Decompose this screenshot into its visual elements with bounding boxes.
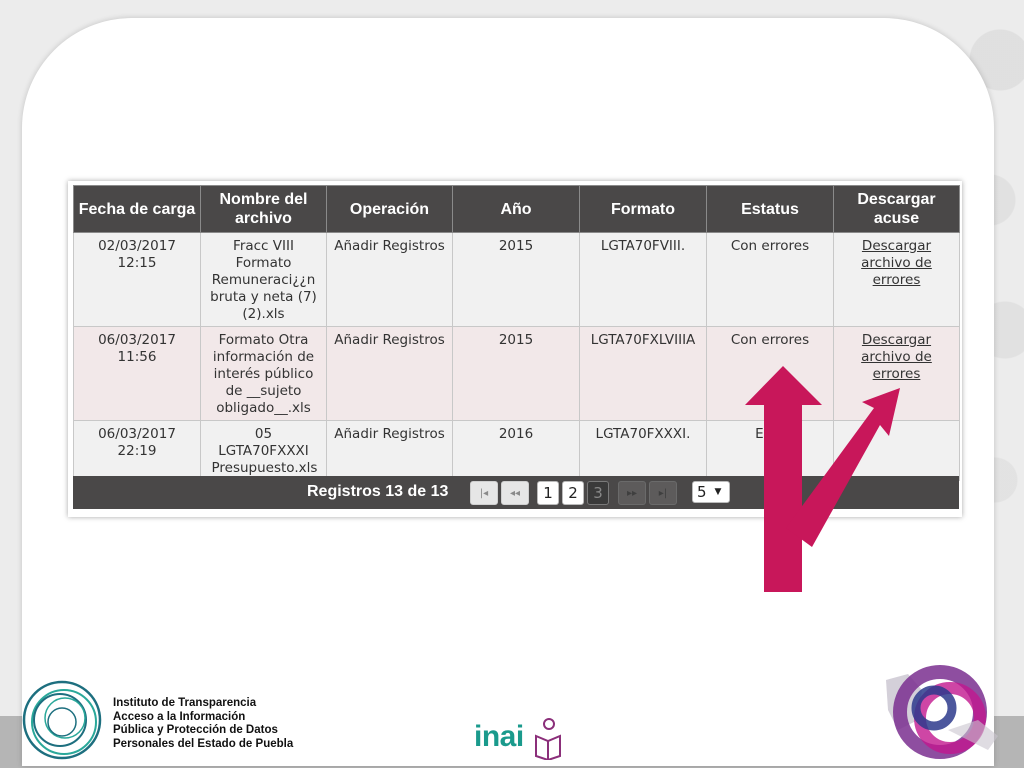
table-header-row: Fecha de carga Nombre del archivo Operac… (73, 185, 960, 233)
download-errors-link[interactable]: Descargar archivo de errores (861, 332, 932, 382)
table-row: 06/03/2017 11:56 Formato Otra informació… (73, 326, 960, 421)
cell-anio: 2015 (452, 232, 580, 327)
cell-estatus: En e (706, 420, 834, 481)
cell-fecha: 06/03/2017 22:19 (73, 420, 201, 481)
column-header-estatus[interactable]: Estatus (706, 185, 834, 233)
page-size-value: 5 (697, 483, 707, 501)
cell-archivo: Fracc VIII Formato Remuneraci¿¿n bruta y… (200, 232, 327, 327)
institute-logo (22, 680, 102, 760)
cell-formato: LGTA70FVIII. (579, 232, 707, 327)
uploads-table: Fecha de carga Nombre del archivo Operac… (73, 185, 960, 481)
archivo-text: Formato Otra información de interés públ… (212, 332, 315, 416)
cell-anio: 2015 (452, 326, 580, 421)
cell-operacion: Añadir Registros (326, 326, 453, 421)
cell-formato: LGTA70FXLVIIIA (579, 326, 707, 421)
last-page-button[interactable]: ▸| (649, 481, 677, 505)
institute-line: Pública y Protección de Datos (113, 724, 278, 736)
first-page-button[interactable]: |◂ (470, 481, 498, 505)
column-header-anio[interactable]: Año (452, 185, 580, 233)
pagination-bar: Registros 13 de 13 |◂ ◂◂ 1 2 3 ▸▸ ▸| 5 ▼ (73, 476, 959, 509)
last-page-icon: ▸| (658, 487, 668, 499)
cell-operacion: Añadir Registros (326, 232, 453, 327)
cell-fecha: 06/03/2017 11:56 (73, 326, 201, 421)
cell-acuse: Descargar archivo de errores (833, 232, 960, 327)
cell-archivo: 05 LGTA70FXXXI Presupuesto.xls (200, 420, 327, 481)
cell-acuse (833, 420, 960, 481)
page-size-select[interactable]: 5 ▼ (692, 481, 730, 503)
cell-estatus: Con errores (706, 326, 834, 421)
page-3-button[interactable]: 3 (587, 481, 609, 505)
institute-name: Instituto de Transparencia Acceso a la I… (113, 697, 293, 751)
fecha-text: 06/03/2017 22:19 (98, 426, 176, 459)
uploads-table-panel: Fecha de carga Nombre del archivo Operac… (68, 181, 962, 517)
puebla-emblem-icon (886, 665, 998, 759)
prev-page-icon: ◂◂ (509, 487, 521, 499)
column-header-operacion[interactable]: Operación (326, 185, 453, 233)
archivo-text: 05 LGTA70FXXXI Presupuesto.xls (211, 426, 318, 476)
next-page-icon: ▸▸ (626, 487, 638, 499)
page-2-button[interactable]: 2 (562, 481, 584, 505)
cell-estatus: Con errores (706, 232, 834, 327)
cell-fecha: 02/03/2017 12:15 (73, 232, 201, 327)
column-header-fecha[interactable]: Fecha de carga (73, 185, 201, 233)
cell-anio: 2016 (452, 420, 580, 481)
column-header-formato[interactable]: Formato (579, 185, 707, 233)
table-row: 06/03/2017 22:19 05 LGTA70FXXXI Presupue… (73, 420, 960, 481)
prev-page-button[interactable]: ◂◂ (501, 481, 529, 505)
records-count-label: Registros 13 de 13 (307, 483, 449, 500)
chevron-down-icon: ▼ (714, 487, 722, 497)
cell-formato: LGTA70FXXXI. (579, 420, 707, 481)
column-header-archivo[interactable]: Nombre del archivo (200, 185, 327, 233)
cell-operacion: Añadir Registros (326, 420, 453, 481)
fecha-text: 06/03/2017 11:56 (98, 332, 176, 365)
inai-logo-text: inai (474, 720, 524, 753)
column-header-descargar[interactable]: Descargar acuse (833, 185, 960, 233)
download-errors-link[interactable]: Descargar archivo de errores (861, 238, 932, 288)
page-1-button[interactable]: 1 (537, 481, 559, 505)
institute-line: Acceso a la Información (113, 710, 246, 723)
archivo-text: Fracc VIII Formato Remuneraci¿¿n bruta y… (210, 238, 317, 322)
cell-acuse: Descargar archivo de errores (833, 326, 960, 421)
institute-line: Personales del Estado de Puebla (113, 737, 294, 750)
first-page-icon: |◂ (479, 487, 489, 499)
fecha-text: 02/03/2017 12:15 (98, 238, 176, 271)
institute-line: Instituto de Transparencia (113, 697, 257, 709)
cell-archivo: Formato Otra información de interés públ… (200, 326, 327, 421)
table-row: 02/03/2017 12:15 Fracc VIII Formato Remu… (73, 232, 960, 327)
next-page-button[interactable]: ▸▸ (618, 481, 646, 505)
inai-book-icon (535, 718, 561, 760)
